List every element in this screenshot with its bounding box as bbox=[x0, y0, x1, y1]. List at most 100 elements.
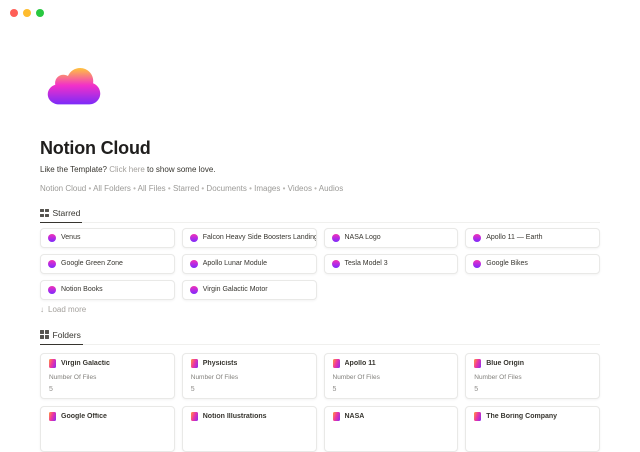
gallery-grid-icon bbox=[40, 330, 49, 339]
gradient-folder-icon bbox=[474, 412, 481, 421]
folder-card-header: Blue Origin bbox=[474, 359, 591, 368]
starred-card-title: Apollo 11 — Earth bbox=[486, 234, 542, 241]
starred-card[interactable]: Apollo 11 — Earth bbox=[465, 228, 600, 248]
nav-separator: • bbox=[131, 184, 138, 193]
starred-card[interactable]: Apollo Lunar Module bbox=[182, 254, 317, 274]
folder-card[interactable]: Blue Origin Number Of Files 5 bbox=[465, 353, 600, 399]
folder-card-title: The Boring Company bbox=[486, 413, 557, 420]
folder-card-title: Blue Origin bbox=[486, 360, 524, 367]
gradient-dot-icon bbox=[48, 234, 56, 242]
window-controls bbox=[10, 9, 44, 17]
starred-card[interactable]: Virgin Galactic Motor bbox=[182, 280, 317, 300]
starred-card[interactable]: Falcon Heavy Side Boosters Landings bbox=[182, 228, 317, 248]
gradient-dot-icon bbox=[48, 260, 56, 268]
starred-tabbar: Starred bbox=[40, 199, 600, 223]
folder-card-header: Apollo 11 bbox=[333, 359, 450, 368]
subtitle-text: Like the Template? bbox=[40, 165, 109, 174]
close-window-button[interactable] bbox=[10, 9, 18, 17]
property-label: Number Of Files bbox=[49, 374, 166, 381]
nav-link-notion-cloud[interactable]: Notion Cloud bbox=[40, 184, 86, 193]
nav-link-documents[interactable]: Documents bbox=[206, 184, 246, 193]
down-arrow-icon: ↓ bbox=[40, 305, 44, 314]
starred-card[interactable]: NASA Logo bbox=[324, 228, 459, 248]
breadcrumb-nav: Notion Cloud • All Folders • All Files •… bbox=[40, 183, 600, 194]
folder-card[interactable]: Notion Illustrations bbox=[182, 406, 317, 452]
starred-card-title: Falcon Heavy Side Boosters Landings bbox=[203, 234, 317, 241]
folders-gallery: Virgin GalacticNumber Of Files5Physicist… bbox=[40, 353, 600, 452]
click-here-link[interactable]: Click here bbox=[109, 165, 145, 174]
gallery-grid-icon bbox=[40, 209, 49, 218]
nav-link-starred[interactable]: Starred bbox=[173, 184, 199, 193]
nav-link-all-files[interactable]: All Files bbox=[138, 184, 166, 193]
nav-link-audios[interactable]: Audios bbox=[319, 184, 343, 193]
gradient-folder-icon bbox=[474, 359, 481, 368]
folder-card[interactable]: Virgin Galactic Number Of Files 5 bbox=[40, 353, 175, 399]
notion-page: Notion Cloud Like the Template? Click he… bbox=[40, 0, 600, 452]
folder-card[interactable]: Google Office bbox=[40, 406, 175, 452]
load-more-label: Load more bbox=[48, 305, 86, 314]
starred-card-title: Venus bbox=[61, 234, 80, 241]
minimize-window-button[interactable] bbox=[23, 9, 31, 17]
folder-card-header: NASA bbox=[333, 412, 450, 421]
folders-tabbar: Folders bbox=[40, 321, 600, 345]
starred-card-title: Tesla Model 3 bbox=[345, 260, 388, 267]
starred-card-title: NASA Logo bbox=[345, 234, 381, 241]
tab-starred-label: Starred bbox=[53, 208, 81, 218]
property-label: Number Of Files bbox=[191, 374, 308, 381]
nav-link-images[interactable]: Images bbox=[254, 184, 280, 193]
folder-card-title: Apollo 11 bbox=[345, 360, 376, 367]
nav-separator: • bbox=[166, 184, 173, 193]
gradient-dot-icon bbox=[332, 234, 340, 242]
property-value: 5 bbox=[49, 386, 166, 393]
starred-card-title: Google Bikes bbox=[486, 260, 528, 267]
folder-card[interactable]: Apollo 11 Number Of Files 5 bbox=[324, 353, 459, 399]
property-label: Number Of Files bbox=[474, 374, 591, 381]
folder-card-title: Virgin Galactic bbox=[61, 360, 110, 367]
gradient-folder-icon bbox=[191, 412, 198, 421]
property-value: 5 bbox=[333, 386, 450, 393]
folder-card-title: Google Office bbox=[61, 413, 107, 420]
page-subtitle: Like the Template? Click here to show so… bbox=[40, 164, 600, 175]
gradient-dot-icon bbox=[473, 234, 481, 242]
tab-folders-label: Folders bbox=[53, 330, 81, 340]
gradient-dot-icon bbox=[332, 260, 340, 268]
gradient-dot-icon bbox=[190, 234, 198, 242]
nav-separator: • bbox=[280, 184, 287, 193]
nav-link-videos[interactable]: Videos bbox=[288, 184, 312, 193]
load-more-button[interactable]: ↓ Load more bbox=[40, 305, 110, 314]
starred-card[interactable]: Google Bikes bbox=[465, 254, 600, 274]
tab-starred[interactable]: Starred bbox=[40, 208, 82, 223]
folder-card-header: Notion Illustrations bbox=[191, 412, 308, 421]
cloud-icon bbox=[46, 64, 102, 108]
folder-card-header: The Boring Company bbox=[474, 412, 591, 421]
folder-card-header: Physicists bbox=[191, 359, 308, 368]
property-value: 5 bbox=[191, 386, 308, 393]
gradient-dot-icon bbox=[190, 286, 198, 294]
gradient-folder-icon bbox=[333, 412, 340, 421]
property-label: Number Of Files bbox=[333, 374, 450, 381]
gradient-folder-icon bbox=[49, 359, 56, 368]
starred-card[interactable]: Tesla Model 3 bbox=[324, 254, 459, 274]
nav-separator: • bbox=[312, 184, 319, 193]
folder-card-header: Google Office bbox=[49, 412, 166, 421]
subtitle-text-end: to show some love. bbox=[145, 165, 216, 174]
page-title: Notion Cloud bbox=[40, 137, 600, 159]
folder-card-title: Physicists bbox=[203, 360, 238, 367]
starred-card[interactable]: Google Green Zone bbox=[40, 254, 175, 274]
starred-card-title: Apollo Lunar Module bbox=[203, 260, 267, 267]
gradient-folder-icon bbox=[333, 359, 340, 368]
folder-card[interactable]: The Boring Company bbox=[465, 406, 600, 452]
gradient-folder-icon bbox=[191, 359, 198, 368]
folder-card[interactable]: Physicists Number Of Files 5 bbox=[182, 353, 317, 399]
starred-card[interactable]: Venus bbox=[40, 228, 175, 248]
starred-card-title: Notion Books bbox=[61, 286, 103, 293]
folder-card-title: NASA bbox=[345, 413, 365, 420]
starred-card[interactable]: Notion Books bbox=[40, 280, 175, 300]
property-value: 5 bbox=[474, 386, 591, 393]
nav-link-all-folders[interactable]: All Folders bbox=[93, 184, 131, 193]
gradient-dot-icon bbox=[190, 260, 198, 268]
tab-folders[interactable]: Folders bbox=[40, 330, 83, 345]
gradient-folder-icon bbox=[49, 412, 56, 421]
folder-card[interactable]: NASA bbox=[324, 406, 459, 452]
starred-card-title: Virgin Galactic Motor bbox=[203, 286, 268, 293]
